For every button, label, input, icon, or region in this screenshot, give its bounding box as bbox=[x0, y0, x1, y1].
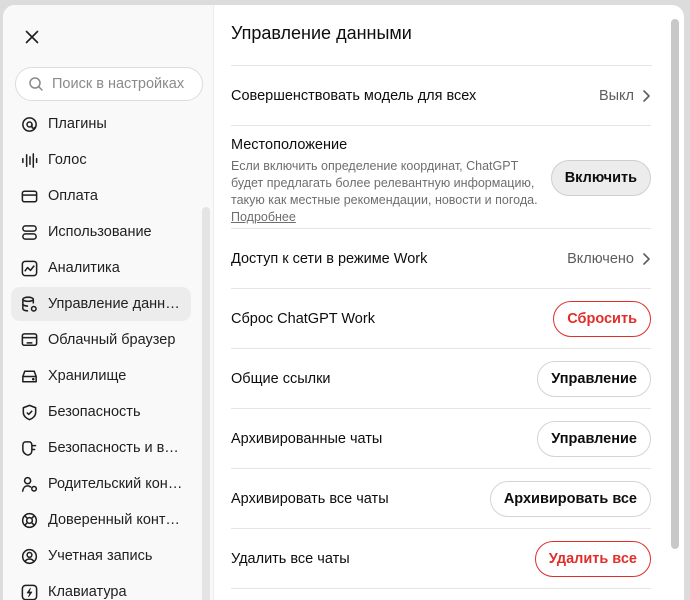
sidebar-item-billing[interactable]: Оплата bbox=[11, 179, 191, 213]
close-button[interactable] bbox=[22, 27, 42, 47]
sidebar-item-account[interactable]: Учетная запись bbox=[11, 539, 191, 573]
search-input[interactable] bbox=[52, 76, 197, 92]
analytics-chart-icon bbox=[21, 260, 38, 276]
sidebar-item-label: Плагины bbox=[48, 116, 107, 132]
chevron-right-icon bbox=[643, 90, 650, 102]
chevron-right-icon bbox=[643, 253, 650, 265]
database-gear-icon bbox=[22, 295, 37, 312]
setting-improve-model: Совершенствовать модель для всех Выкл bbox=[231, 66, 651, 126]
settings-sidebar: Плагины Голос Оплата Использование bbox=[3, 5, 214, 600]
setting-label: Архивировать все чаты bbox=[231, 491, 389, 507]
network-access-dropdown[interactable]: Включено bbox=[567, 251, 651, 267]
sidebar-item-label: Аналитика bbox=[48, 260, 120, 276]
sidebar-item-analytics[interactable]: Аналитика bbox=[11, 251, 191, 285]
setting-archive-all-chats: Архивировать все чаты Архивировать все bbox=[231, 469, 651, 529]
settings-dialog: Плагины Голос Оплата Использование bbox=[3, 5, 684, 600]
settings-search[interactable] bbox=[15, 67, 203, 101]
sidebar-item-plugins[interactable]: Плагины bbox=[11, 107, 191, 141]
setting-label: Местоположение bbox=[231, 137, 348, 153]
setting-archived-chats: Архивированные чаты Управление bbox=[231, 409, 651, 469]
setting-value: Включено bbox=[567, 251, 634, 267]
sidebar-item-label: Голос bbox=[48, 152, 87, 168]
sidebar-item-trusted-contact[interactable]: Доверенный контакт bbox=[11, 503, 191, 537]
sidebar-item-label: Использование bbox=[48, 224, 152, 240]
setting-label: Удалить все чаты bbox=[231, 551, 350, 567]
setting-label: Совершенствовать модель для всех bbox=[231, 88, 477, 104]
sidebar-item-cloud-browser[interactable]: Облачный браузер bbox=[11, 323, 191, 357]
trusted-contact-icon bbox=[21, 512, 38, 528]
credit-card-icon bbox=[21, 190, 38, 202]
cloud-browser-icon bbox=[21, 332, 38, 346]
sidebar-item-keyboard[interactable]: Клавиатура bbox=[11, 575, 191, 600]
sidebar-item-parental-controls[interactable]: Родительский контроль bbox=[11, 467, 191, 501]
manage-shared-links-button[interactable]: Управление bbox=[537, 361, 651, 397]
setting-work-network-access: Доступ к сети в режиме Work Включено bbox=[231, 229, 651, 289]
search-icon bbox=[29, 77, 43, 91]
reset-button[interactable]: Сбросить bbox=[553, 301, 651, 337]
setting-location: Местоположение Если включить определение… bbox=[231, 126, 651, 229]
close-icon bbox=[25, 30, 39, 44]
sidebar-item-label: Безопасность и возраст bbox=[48, 440, 183, 456]
setting-value: Выкл bbox=[598, 88, 634, 104]
sidebar-item-label: Хранилище bbox=[48, 368, 127, 384]
location-description: Если включить определение координат, Cha… bbox=[231, 158, 541, 226]
sidebar-scrollbar[interactable] bbox=[202, 207, 210, 600]
sidebar-item-usage[interactable]: Использование bbox=[11, 215, 191, 249]
sidebar-item-voice[interactable]: Голос bbox=[11, 143, 191, 177]
page-title: Управление данными bbox=[231, 23, 412, 43]
sidebar-item-label: Оплата bbox=[48, 188, 98, 204]
setting-label: Архивированные чаты bbox=[231, 431, 383, 447]
setting-label: Доступ к сети в режиме Work bbox=[231, 251, 428, 267]
sidebar-item-label: Облачный браузер bbox=[48, 332, 176, 348]
enable-location-button[interactable]: Включить bbox=[550, 160, 651, 196]
account-icon bbox=[21, 548, 38, 564]
manage-archived-chats-button[interactable]: Управление bbox=[537, 421, 651, 457]
setting-reset-work: Сброс ChatGPT Work Сбросить bbox=[231, 289, 651, 349]
sidebar-item-label: Родительский контроль bbox=[48, 476, 183, 492]
parental-control-icon bbox=[21, 476, 38, 492]
setting-delete-all-chats: Удалить все чаты Удалить все bbox=[231, 529, 651, 589]
main-scrollbar[interactable] bbox=[671, 19, 679, 549]
delete-all-button[interactable]: Удалить все bbox=[534, 541, 651, 577]
sidebar-item-label: Доверенный контакт bbox=[48, 512, 183, 528]
sidebar-item-storage[interactable]: Хранилище bbox=[11, 359, 191, 393]
sidebar-item-label: Клавиатура bbox=[48, 584, 127, 600]
shield-icon bbox=[22, 404, 37, 420]
sidebar-item-security[interactable]: Безопасность bbox=[11, 395, 191, 429]
setting-label: Сброс ChatGPT Work bbox=[231, 311, 375, 327]
setting-shared-links: Общие ссылки Управление bbox=[231, 349, 651, 409]
description-text: Если включить определение координат, Cha… bbox=[231, 159, 538, 207]
plugins-icon bbox=[22, 116, 37, 132]
usage-stack-icon bbox=[22, 224, 37, 240]
data-controls-panel: Управление данными Совершенствовать моде… bbox=[214, 5, 684, 600]
improve-model-dropdown[interactable]: Выкл bbox=[599, 88, 651, 104]
storage-icon bbox=[22, 370, 37, 382]
voice-waveform-icon bbox=[22, 152, 38, 168]
archive-all-button[interactable]: Архивировать все bbox=[489, 481, 651, 517]
setting-label: Общие ссылки bbox=[231, 371, 331, 387]
sidebar-item-label: Безопасность bbox=[48, 404, 141, 420]
keyboard-bolt-icon bbox=[21, 584, 38, 600]
sidebar-item-label: Управление данными bbox=[48, 296, 183, 312]
sidebar-item-safety-age[interactable]: Безопасность и возраст bbox=[11, 431, 191, 465]
sidebar-item-label: Учетная запись bbox=[48, 548, 153, 564]
sidebar-item-data-controls[interactable]: Управление данными bbox=[11, 287, 191, 321]
shield-user-icon bbox=[22, 440, 37, 456]
settings-nav: Плагины Голос Оплата Использование Анали… bbox=[3, 103, 199, 600]
learn-more-link[interactable]: Подробнее bbox=[231, 210, 296, 224]
